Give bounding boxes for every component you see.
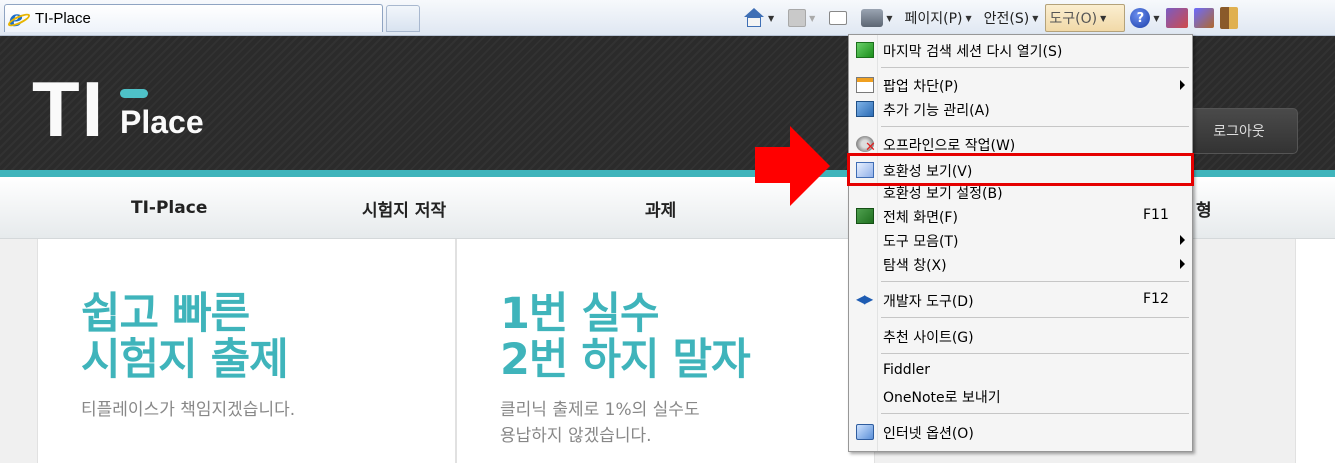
menu-separator — [881, 353, 1189, 354]
ie-logo-icon: e — [6, 6, 32, 32]
promo-subtext-line-2: 용납하지 않겠습니다. — [500, 426, 652, 446]
tools-dropdown-menu: 마지막 검색 세션 다시 열기(S) 팝업 차단(P) 추가 기능 관리(A) … — [848, 34, 1193, 452]
menu-item-label: 마지막 검색 세션 다시 열기(S) — [883, 44, 1063, 60]
promo-card-partial — [1295, 239, 1335, 463]
chevron-down-icon[interactable]: ▼ — [886, 14, 892, 23]
popup-blocker-icon — [856, 77, 874, 93]
menu-item-label: 팝업 차단(P) — [883, 79, 959, 95]
chevron-down-icon: ▼ — [965, 13, 972, 23]
extension-icon — [1193, 8, 1214, 28]
nav-item-test-authoring[interactable]: 시험지 저작 — [362, 177, 446, 239]
annotation-highlight-box — [847, 153, 1194, 186]
menu-separator — [881, 281, 1189, 282]
help-button[interactable]: ? ▼ — [1127, 4, 1162, 32]
work-offline-icon — [856, 136, 876, 155]
chevron-down-icon[interactable]: ▼ — [809, 14, 815, 23]
menu-item-label: 전체 화면(F) — [883, 210, 958, 226]
logout-button[interactable]: 로그아웃 — [1180, 108, 1298, 154]
menu-separator — [881, 126, 1189, 127]
tools-menu-button[interactable]: 도구(O) ▼ — [1045, 4, 1126, 32]
read-mail-button[interactable] — [826, 4, 850, 32]
developer-tools-icon — [856, 292, 874, 308]
logo-sub-text[interactable]: Place — [120, 104, 204, 141]
promo-headline-line-2: 시험지 출제 — [81, 335, 289, 385]
menu-separator — [881, 67, 1189, 68]
menu-item-explorer-bars[interactable]: 탐색 창(X) — [851, 252, 1190, 276]
promo-headline-line-1: 쉽고 빠른 — [81, 289, 250, 339]
command-bar: ▼ ▼ ▼ 페이지(P) ▼ 안전(S) ▼ 도구(O) ▼ ? ▼ — [740, 3, 1241, 33]
menu-item-label: 탐색 창(X) — [883, 258, 947, 274]
extension-button[interactable] — [1191, 4, 1217, 32]
promo-headline-line-1: 1번 실수 — [500, 289, 660, 339]
new-tab-button[interactable] — [386, 5, 420, 32]
feeds-button[interactable]: ▼ — [785, 4, 818, 32]
menu-item-manage-addons[interactable]: 추가 기능 관리(A) — [851, 97, 1190, 121]
menu-item-toolbars[interactable]: 도구 모음(T) — [851, 228, 1190, 252]
promo-card-mistake: 1번 실수 2번 하지 말자 클리닉 출제로 1%의 실수도 용납하지 않겠습니… — [456, 239, 875, 463]
exit-button[interactable] — [1217, 4, 1241, 32]
promo-subtext-line-1: 티플레이스가 책임지겠습니다. — [81, 400, 296, 420]
menu-separator — [881, 413, 1189, 414]
print-icon — [861, 9, 884, 27]
menu-item-shortcut: F12 — [1143, 291, 1169, 307]
promo-subtext-line-1: 클리닉 출제로 1%의 실수도 — [500, 400, 700, 420]
safety-menu-label: 안전(S) — [983, 11, 1030, 27]
research-button[interactable] — [1163, 4, 1191, 32]
menu-item-label: 도구 모음(T) — [883, 234, 959, 250]
submenu-arrow-icon — [1180, 259, 1185, 269]
nav-item-ti-place[interactable]: TI-Place — [131, 177, 207, 239]
feeds-icon — [788, 9, 807, 27]
tools-menu-label: 도구(O) — [1049, 11, 1098, 27]
menu-item-label: 인터넷 옵션(O) — [883, 426, 974, 442]
browser-toolbar: e TI-Place ▼ ▼ ▼ 페이지(P) ▼ 안전(S) ▼ 도구(O) — [0, 0, 1335, 36]
menu-item-label: 추가 기능 관리(A) — [883, 103, 990, 119]
promo-card-easy: 쉽고 빠른 시험지 출제 티플레이스가 책임지겠습니다. — [37, 239, 456, 463]
reopen-session-icon — [856, 42, 874, 58]
menu-item-reopen-session[interactable]: 마지막 검색 세션 다시 열기(S) — [851, 38, 1190, 62]
home-icon — [743, 8, 765, 28]
menu-item-label: 개발자 도구(D) — [883, 294, 974, 310]
menu-item-popup-blocker[interactable]: 팝업 차단(P) — [851, 73, 1190, 97]
submenu-arrow-icon — [1180, 80, 1185, 90]
logo-main-text[interactable]: TI — [32, 70, 105, 148]
manage-addons-icon — [856, 101, 874, 117]
research-icon — [1165, 8, 1188, 28]
page-menu-label: 페이지(P) — [904, 11, 963, 27]
annotation-arrow-shaft — [755, 147, 792, 183]
menu-item-internet-options[interactable]: 인터넷 옵션(O) — [851, 420, 1190, 444]
menu-item-label: 호환성 보기 설정(B) — [883, 186, 1003, 202]
chevron-down-icon[interactable]: ▼ — [768, 14, 774, 23]
menu-item-shortcut: F11 — [1143, 207, 1169, 223]
logo-accent-bar — [120, 89, 148, 98]
home-button[interactable]: ▼ — [740, 4, 777, 32]
menu-item-full-screen[interactable]: 전체 화면(F) F11 — [851, 204, 1190, 228]
help-icon: ? — [1130, 8, 1151, 28]
page-menu-button[interactable]: 페이지(P) ▼ — [901, 4, 974, 32]
menu-item-label: OneNote로 보내기 — [883, 390, 1001, 406]
safety-menu-button[interactable]: 안전(S) ▼ — [981, 4, 1042, 32]
chevron-down-icon: ▼ — [1100, 13, 1107, 23]
exit-icon — [1219, 7, 1238, 29]
chevron-down-icon: ▼ — [1032, 13, 1039, 23]
tab-title: TI-Place — [35, 10, 91, 27]
full-screen-icon — [856, 208, 874, 224]
menu-item-suggested-sites[interactable]: 추천 사이트(G) — [851, 324, 1190, 348]
browser-tab-active[interactable]: e TI-Place — [4, 4, 383, 32]
submenu-arrow-icon — [1180, 235, 1185, 245]
internet-options-icon — [856, 424, 874, 440]
menu-item-developer-tools[interactable]: 개발자 도구(D) F12 — [851, 288, 1190, 312]
read-mail-icon — [829, 11, 848, 25]
menu-item-fiddler[interactable]: Fiddler — [851, 359, 1190, 383]
annotation-arrow-head — [790, 126, 830, 206]
menu-item-label: 오프라인으로 작업(W) — [883, 138, 1016, 154]
menu-item-label: Fiddler — [883, 362, 930, 378]
chevron-down-icon: ▼ — [1153, 13, 1160, 23]
nav-item-assignment[interactable]: 과제 — [645, 177, 676, 239]
menu-item-label: 추천 사이트(G) — [883, 330, 974, 346]
print-button[interactable]: ▼ — [858, 4, 895, 32]
promo-headline-line-2: 2번 하지 말자 — [500, 335, 751, 385]
menu-separator — [881, 317, 1189, 318]
nav-item-partial[interactable]: 형 — [1196, 177, 1212, 239]
menu-item-send-to-onenote[interactable]: OneNote로 보내기 — [851, 384, 1190, 408]
